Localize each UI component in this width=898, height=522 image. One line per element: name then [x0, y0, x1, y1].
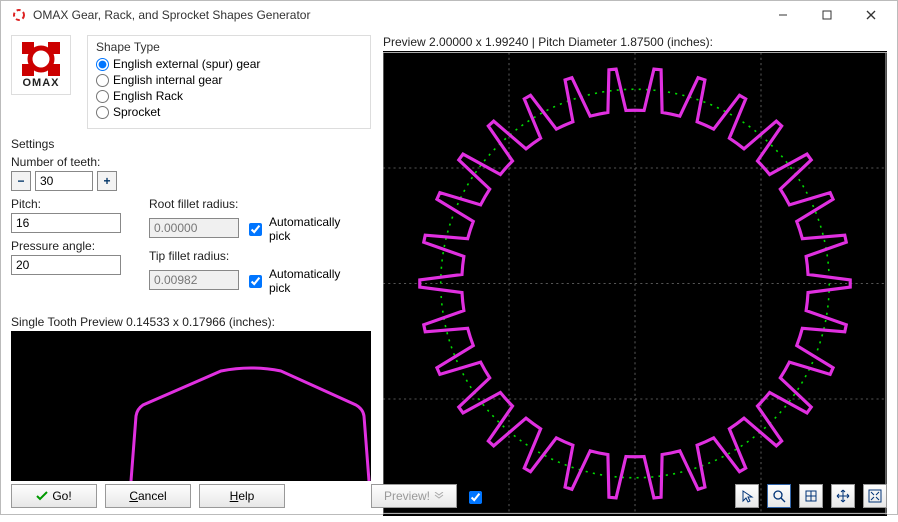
single-tooth-canvas	[11, 331, 371, 481]
preview-button[interactable]: Preview!	[371, 484, 457, 508]
pitch-input[interactable]	[11, 213, 121, 233]
main-preview-label: Preview 2.00000 x 1.99240 | Pitch Diamet…	[383, 35, 887, 49]
cancel-button[interactable]: Cancel	[105, 484, 191, 508]
radio-sprocket[interactable]	[96, 106, 109, 119]
go-button[interactable]: Go!	[11, 484, 97, 508]
shape-type-group: Shape Type English external (spur) gear …	[87, 35, 371, 129]
tip-fillet-auto-label: Automatically pick	[269, 267, 359, 295]
window-title: OMAX Gear, Rack, and Sprocket Shapes Gen…	[33, 8, 761, 22]
pressure-angle-label: Pressure angle:	[11, 239, 121, 253]
radio-rack[interactable]	[96, 90, 109, 103]
radio-external-gear-label: English external (spur) gear	[113, 57, 260, 71]
auto-preview-label: Auto preview	[489, 490, 558, 504]
tip-fillet-label: Tip fillet radius:	[149, 249, 359, 263]
main-preview-canvas	[383, 51, 887, 516]
chevron-up-icon	[434, 492, 444, 500]
shape-type-label: Shape Type	[96, 40, 362, 54]
check-icon	[36, 490, 48, 502]
cursor-tool-button[interactable]	[735, 484, 759, 508]
radio-sprocket-label: Sprocket	[113, 105, 160, 119]
root-fillet-auto-label: Automatically pick	[269, 215, 359, 243]
help-button[interactable]: Help	[199, 484, 285, 508]
maximize-button[interactable]	[805, 1, 849, 29]
zoom-tool-button[interactable]	[767, 484, 791, 508]
fit-tool-button[interactable]	[863, 484, 887, 508]
titlebar: OMAX Gear, Rack, and Sprocket Shapes Gen…	[1, 1, 897, 29]
auto-preview-checkbox[interactable]	[469, 491, 482, 504]
num-teeth-label: Number of teeth:	[11, 155, 371, 169]
teeth-decrement-button[interactable]: −	[11, 171, 31, 191]
num-teeth-input[interactable]	[35, 171, 93, 191]
tip-fillet-input	[149, 270, 239, 290]
radio-internal-gear[interactable]	[96, 74, 109, 87]
pitch-label: Pitch:	[11, 197, 121, 211]
root-fillet-auto-checkbox[interactable]	[249, 223, 262, 236]
window-controls	[761, 1, 893, 29]
radio-internal-gear-label: English internal gear	[113, 73, 222, 87]
minimize-button[interactable]	[761, 1, 805, 29]
radio-rack-label: English Rack	[113, 89, 183, 103]
pan-tool-button[interactable]	[831, 484, 855, 508]
omax-logo: OMAX	[11, 35, 71, 95]
pressure-angle-input[interactable]	[11, 255, 121, 275]
tip-fillet-auto-checkbox[interactable]	[249, 275, 262, 288]
root-fillet-input	[149, 218, 239, 238]
root-fillet-label: Root fillet radius:	[149, 197, 359, 211]
close-button[interactable]	[849, 1, 893, 29]
logo-text: OMAX	[23, 77, 60, 89]
single-tooth-label: Single Tooth Preview 0.14533 x 0.17966 (…	[11, 315, 371, 329]
app-window: OMAX Gear, Rack, and Sprocket Shapes Gen…	[0, 0, 898, 515]
teeth-increment-button[interactable]: +	[97, 171, 117, 191]
radio-external-gear[interactable]	[96, 58, 109, 71]
bottom-toolbar: Go! Cancel Help Preview! Auto preview	[11, 484, 887, 508]
app-icon	[11, 7, 27, 23]
settings-label: Settings	[11, 137, 371, 151]
grid-tool-button[interactable]	[799, 484, 823, 508]
